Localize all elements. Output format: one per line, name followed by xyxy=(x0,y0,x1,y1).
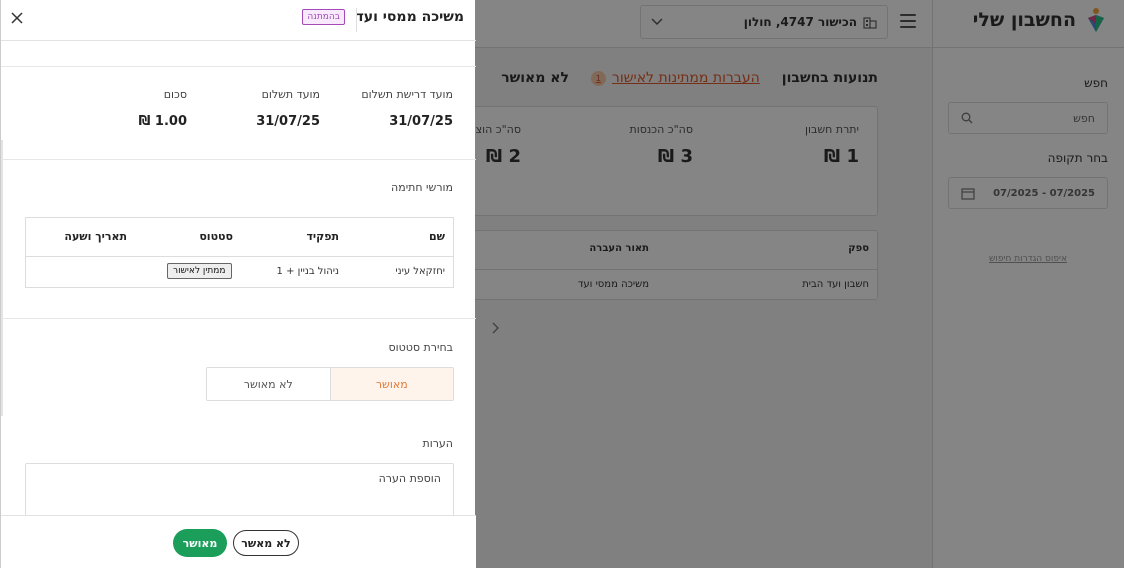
notes-placeholder: הוספת הערה xyxy=(378,472,441,485)
request-date-label: מועד דרישת תשלום xyxy=(361,88,453,101)
close-icon[interactable] xyxy=(9,10,25,26)
due-date-value: 31/07/25 xyxy=(256,114,320,129)
status-select-title: בחירת סטטוס xyxy=(388,341,453,354)
drawer-title: משיכה ממסי ועד xyxy=(355,9,464,25)
section-divider xyxy=(1,318,476,319)
request-date-value: 31/07/25 xyxy=(389,114,453,129)
signatory-name: יחזקאל עיני xyxy=(395,266,445,277)
section-divider xyxy=(1,66,476,67)
notes-title: הערות xyxy=(422,437,453,450)
drawer-footer: מאושר לא מאשר xyxy=(1,515,476,568)
col-status-header: סטטוס xyxy=(199,230,233,243)
notes-textarea[interactable]: הוספת הערה xyxy=(25,463,454,523)
col-role-header: תפקיד xyxy=(306,230,339,243)
drawer-header: משיכה ממסי ועד בהמתנה xyxy=(1,0,476,41)
signatory-role: ניהול בניין + 1 xyxy=(276,266,339,277)
transfer-details-drawer: משיכה ממסי ועד בהמתנה מועד דרישת תשלום מ… xyxy=(0,0,476,568)
reject-button[interactable]: לא מאשר xyxy=(233,530,299,556)
due-date-label: מועד תשלום xyxy=(261,88,320,101)
approve-button[interactable]: מאושר xyxy=(173,529,227,557)
drawer-left-edge xyxy=(1,140,3,416)
pending-approval-status[interactable]: ממתין לאישור xyxy=(167,263,232,279)
status-option-not-approved[interactable]: לא מאושר xyxy=(207,368,331,400)
col-name-header: שם xyxy=(428,230,445,243)
header-separator xyxy=(356,8,357,32)
section-divider xyxy=(1,159,476,160)
status-segmented-control: מאושר לא מאושר xyxy=(206,367,454,401)
status-badge: בהמתנה xyxy=(302,9,345,25)
status-option-approved[interactable]: מאושר xyxy=(330,368,453,400)
amount-label: סכום xyxy=(163,88,187,101)
col-datetime-header: תאריך ושעה xyxy=(64,230,127,243)
signatories-table: שם תפקיד סטטוס תאריך ושעה יחזקאל עיני ני… xyxy=(25,217,454,288)
signatories-title: מורשי חתימה xyxy=(391,181,453,194)
table-divider xyxy=(26,256,453,257)
amount-value: 1.00 ₪ xyxy=(138,114,187,129)
